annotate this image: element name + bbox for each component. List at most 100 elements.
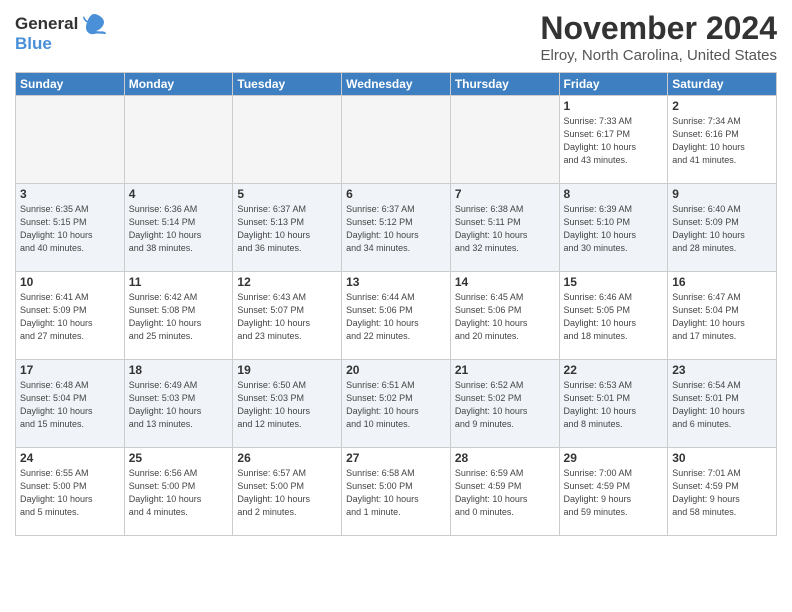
day-info: Sunrise: 6:38 AM Sunset: 5:11 PM Dayligh…	[455, 203, 555, 255]
col-sunday: Sunday	[16, 73, 125, 96]
day-info: Sunrise: 6:50 AM Sunset: 5:03 PM Dayligh…	[237, 379, 337, 431]
table-row: 18Sunrise: 6:49 AM Sunset: 5:03 PM Dayli…	[124, 360, 233, 448]
day-number: 18	[129, 363, 229, 377]
table-row: 14 Sunrise: 6:45 AM Sunset: 5:06 PM Dayli…	[450, 272, 559, 360]
day-info: Sunrise: 6:53 AM Sunset: 5:01 PM Dayligh…	[564, 379, 664, 431]
day-number: 10	[20, 275, 120, 289]
calendar-table: Sunday Monday Tuesday Wednesday Thursday…	[15, 72, 777, 536]
day-number: 15	[564, 275, 664, 289]
table-row: 23 Sunrise: 6:54 AM Sunset: 5:01 PM Dayli…	[668, 360, 777, 448]
table-row	[450, 96, 559, 184]
table-row: 22Sunrise: 6:53 AM Sunset: 5:01 PM Dayli…	[559, 360, 668, 448]
day-info: Sunrise: 7:00 AM Sunset: 4:59 PM Dayligh…	[564, 467, 664, 519]
day-info: Sunrise: 6:52 AM Sunset: 5:02 PM Dayligh…	[455, 379, 555, 431]
day-info: Sunrise: 6:37 AM Sunset: 5:12 PM Dayligh…	[346, 203, 446, 255]
table-row: 6 Sunrise: 6:37 AM Sunset: 5:12 PM Daylig…	[342, 184, 451, 272]
table-row	[124, 96, 233, 184]
title-block: November 2024 Elroy, North Carolina, Uni…	[540, 10, 777, 64]
calendar-header-row: Sunday Monday Tuesday Wednesday Thursday…	[16, 73, 777, 96]
day-info: Sunrise: 6:58 AM Sunset: 5:00 PM Dayligh…	[346, 467, 446, 519]
page: General Blue November 2024 Elroy, North …	[0, 0, 792, 612]
month-title: November 2024	[540, 10, 777, 47]
day-info: Sunrise: 6:35 AM Sunset: 5:15 PM Dayligh…	[20, 203, 120, 255]
table-row: 3 Sunrise: 6:35 AM Sunset: 5:15 PM Daylig…	[16, 184, 125, 272]
table-row: 26Sunrise: 6:57 AM Sunset: 5:00 PM Dayli…	[233, 448, 342, 536]
table-row: 1Sunrise: 7:33 AM Sunset: 6:17 PM Daylig…	[559, 96, 668, 184]
day-info: Sunrise: 7:34 AM Sunset: 6:16 PM Dayligh…	[672, 115, 772, 167]
logo-blue-text: Blue	[15, 34, 52, 54]
day-info: Sunrise: 6:47 AM Sunset: 5:04 PM Dayligh…	[672, 291, 772, 343]
table-row	[342, 96, 451, 184]
table-row	[233, 96, 342, 184]
day-number: 25	[129, 451, 229, 465]
calendar-week-row: 24 Sunrise: 6:55 AM Sunset: 5:00 PM Dayli…	[16, 448, 777, 536]
table-row: 11Sunrise: 6:42 AM Sunset: 5:08 PM Dayli…	[124, 272, 233, 360]
calendar-week-row: 10 Sunrise: 6:41 AM Sunset: 5:09 PM Dayli…	[16, 272, 777, 360]
day-number: 21	[455, 363, 555, 377]
day-number: 20	[346, 363, 446, 377]
table-row: 13 Sunrise: 6:44 AM Sunset: 5:06 PM Dayli…	[342, 272, 451, 360]
day-info: Sunrise: 6:36 AM Sunset: 5:14 PM Dayligh…	[129, 203, 229, 255]
col-saturday: Saturday	[668, 73, 777, 96]
day-info: Sunrise: 6:59 AM Sunset: 4:59 PM Dayligh…	[455, 467, 555, 519]
table-row: 30Sunrise: 7:01 AM Sunset: 4:59 PM Dayli…	[668, 448, 777, 536]
day-number: 23	[672, 363, 772, 377]
day-info: Sunrise: 6:46 AM Sunset: 5:05 PM Dayligh…	[564, 291, 664, 343]
table-row: 20Sunrise: 6:51 AM Sunset: 5:02 PM Dayli…	[342, 360, 451, 448]
calendar-week-row: 1Sunrise: 7:33 AM Sunset: 6:17 PM Daylig…	[16, 96, 777, 184]
day-number: 4	[129, 187, 229, 201]
col-friday: Friday	[559, 73, 668, 96]
table-row: 4 Sunrise: 6:36 AM Sunset: 5:14 PM Daylig…	[124, 184, 233, 272]
table-row: 12Sunrise: 6:43 AM Sunset: 5:07 PM Dayli…	[233, 272, 342, 360]
day-number: 27	[346, 451, 446, 465]
day-number: 3	[20, 187, 120, 201]
day-info: Sunrise: 6:40 AM Sunset: 5:09 PM Dayligh…	[672, 203, 772, 255]
table-row: 29 Sunrise: 7:00 AM Sunset: 4:59 PM Dayli…	[559, 448, 668, 536]
col-tuesday: Tuesday	[233, 73, 342, 96]
day-info: Sunrise: 6:48 AM Sunset: 5:04 PM Dayligh…	[20, 379, 120, 431]
table-row: 9 Sunrise: 6:40 AM Sunset: 5:09 PM Daylig…	[668, 184, 777, 272]
day-info: Sunrise: 6:39 AM Sunset: 5:10 PM Dayligh…	[564, 203, 664, 255]
day-info: Sunrise: 6:41 AM Sunset: 5:09 PM Dayligh…	[20, 291, 120, 343]
table-row: 27 Sunrise: 6:58 AM Sunset: 5:00 PM Dayli…	[342, 448, 451, 536]
day-number: 29	[564, 451, 664, 465]
day-number: 7	[455, 187, 555, 201]
table-row: 8 Sunrise: 6:39 AM Sunset: 5:10 PM Daylig…	[559, 184, 668, 272]
day-info: Sunrise: 6:44 AM Sunset: 5:06 PM Dayligh…	[346, 291, 446, 343]
day-number: 8	[564, 187, 664, 201]
table-row: 16Sunrise: 6:47 AM Sunset: 5:04 PM Dayli…	[668, 272, 777, 360]
day-number: 30	[672, 451, 772, 465]
table-row: 21 Sunrise: 6:52 AM Sunset: 5:02 PM Dayli…	[450, 360, 559, 448]
logo-bird-icon	[80, 10, 108, 38]
day-number: 14	[455, 275, 555, 289]
day-info: Sunrise: 6:55 AM Sunset: 5:00 PM Dayligh…	[20, 467, 120, 519]
day-info: Sunrise: 6:54 AM Sunset: 5:01 PM Dayligh…	[672, 379, 772, 431]
day-number: 9	[672, 187, 772, 201]
logo: General Blue	[15, 10, 108, 54]
table-row: 2 Sunrise: 7:34 AM Sunset: 6:16 PM Daylig…	[668, 96, 777, 184]
day-number: 17	[20, 363, 120, 377]
col-wednesday: Wednesday	[342, 73, 451, 96]
day-number: 5	[237, 187, 337, 201]
table-row: 5 Sunrise: 6:37 AM Sunset: 5:13 PM Daylig…	[233, 184, 342, 272]
calendar-week-row: 3 Sunrise: 6:35 AM Sunset: 5:15 PM Daylig…	[16, 184, 777, 272]
table-row: 17 Sunrise: 6:48 AM Sunset: 5:04 PM Dayli…	[16, 360, 125, 448]
location-title: Elroy, North Carolina, United States	[540, 47, 777, 64]
day-number: 2	[672, 99, 772, 113]
logo-general-text: General	[15, 14, 78, 34]
day-info: Sunrise: 6:43 AM Sunset: 5:07 PM Dayligh…	[237, 291, 337, 343]
day-info: Sunrise: 6:45 AM Sunset: 5:06 PM Dayligh…	[455, 291, 555, 343]
table-row: 24 Sunrise: 6:55 AM Sunset: 5:00 PM Dayli…	[16, 448, 125, 536]
day-number: 28	[455, 451, 555, 465]
table-row: 19 Sunrise: 6:50 AM Sunset: 5:03 PM Dayli…	[233, 360, 342, 448]
day-info: Sunrise: 7:33 AM Sunset: 6:17 PM Dayligh…	[564, 115, 664, 167]
day-number: 13	[346, 275, 446, 289]
calendar-week-row: 17 Sunrise: 6:48 AM Sunset: 5:04 PM Dayli…	[16, 360, 777, 448]
day-number: 19	[237, 363, 337, 377]
day-info: Sunrise: 6:37 AM Sunset: 5:13 PM Dayligh…	[237, 203, 337, 255]
day-number: 26	[237, 451, 337, 465]
day-info: Sunrise: 6:56 AM Sunset: 5:00 PM Dayligh…	[129, 467, 229, 519]
day-number: 24	[20, 451, 120, 465]
day-number: 6	[346, 187, 446, 201]
day-info: Sunrise: 6:42 AM Sunset: 5:08 PM Dayligh…	[129, 291, 229, 343]
